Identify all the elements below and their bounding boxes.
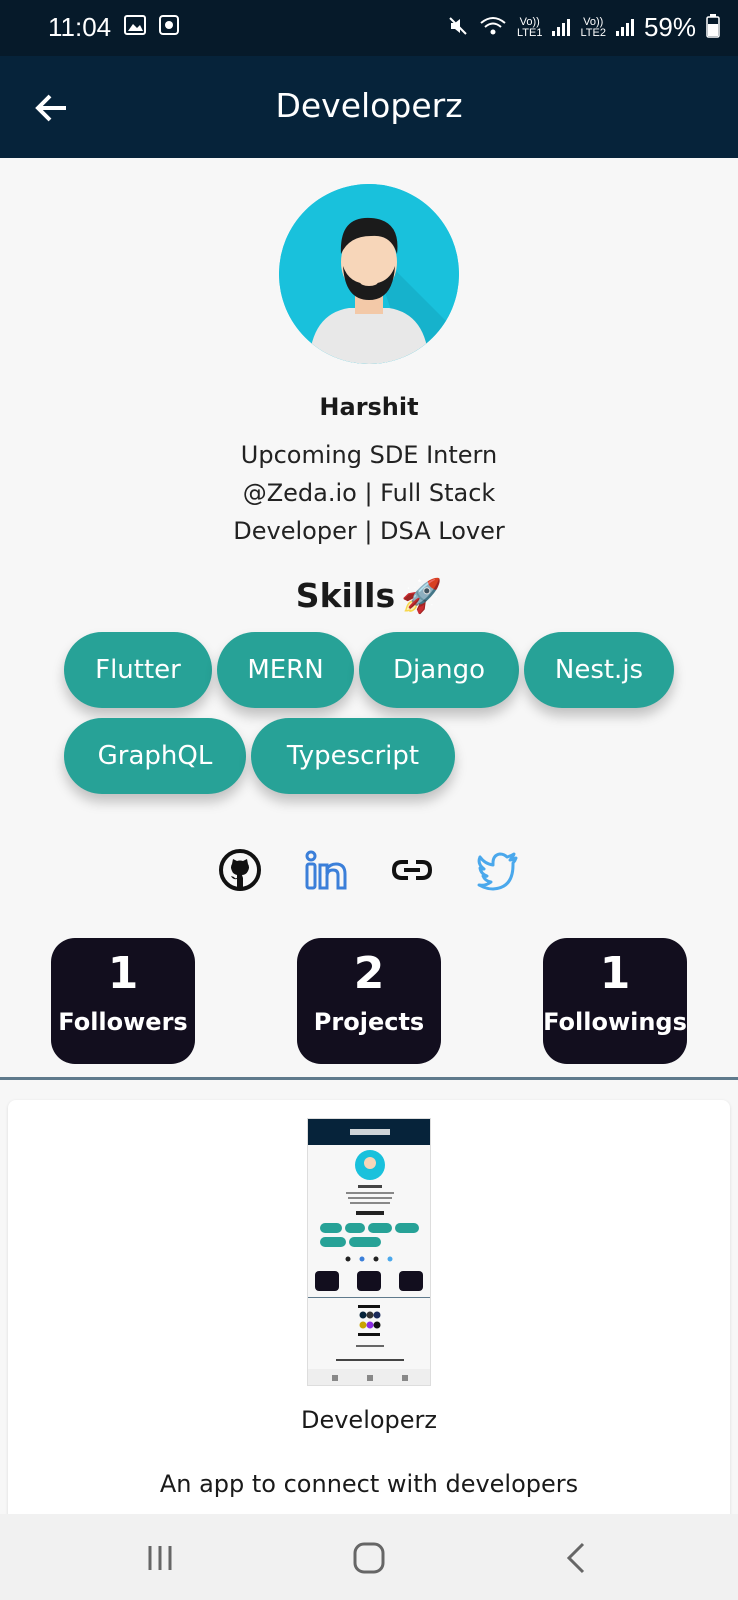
skill-chip-django[interactable]: Django	[359, 632, 519, 708]
skill-chip-typescript[interactable]: Typescript	[251, 718, 455, 794]
skill-chip-mern[interactable]: MERN	[217, 632, 354, 708]
project-title: Developerz	[300, 1406, 438, 1434]
skill-chip-flutter[interactable]: Flutter	[64, 632, 212, 708]
status-bar: 11:04 Vo)) LTE1 Vo)) LTE2 59%	[0, 0, 738, 56]
projects-stat[interactable]: 2 Projects	[297, 938, 441, 1064]
profile-name: Harshit	[319, 393, 419, 421]
avatar	[279, 184, 459, 364]
signal-icon	[615, 15, 634, 41]
mute-icon	[447, 15, 469, 41]
skills-heading: Skills 🚀	[0, 576, 738, 616]
followers-stat[interactable]: 1 Followers	[51, 938, 195, 1064]
wifi-icon	[479, 15, 507, 41]
followers-count: 1	[107, 948, 139, 999]
status-time: 11:04	[48, 12, 112, 42]
back-nav-icon[interactable]	[555, 1536, 599, 1580]
system-nav-bar	[0, 1514, 738, 1600]
bio-line: Developer | DSA Lover	[233, 517, 505, 545]
skills-title-text: Skills	[295, 576, 396, 615]
rocket-emoji: 🚀	[401, 576, 443, 615]
app-bar: Developerz	[0, 56, 738, 158]
section-divider	[0, 1077, 738, 1080]
signal-icon	[552, 15, 571, 41]
battery-percent: 59%	[643, 12, 696, 42]
projects-count: 2	[353, 948, 385, 999]
twitter-icon[interactable]	[476, 848, 520, 892]
bio-line: Upcoming SDE Intern	[240, 441, 498, 469]
project-screenshot-thumbnail[interactable]	[307, 1118, 431, 1386]
followers-label: Followers	[58, 1008, 188, 1036]
projects-label: Projects	[313, 1008, 425, 1036]
skill-chip-nestjs[interactable]: Nest.js	[524, 632, 674, 708]
image-icon	[124, 14, 146, 40]
github-icon[interactable]	[218, 848, 262, 892]
profile-bio: Upcoming SDE Intern @Zeda.io | Full Stac…	[200, 436, 538, 550]
bio-line: @Zeda.io | Full Stack	[242, 479, 496, 507]
linkedin-icon[interactable]	[304, 848, 348, 892]
battery-icon	[706, 13, 720, 42]
page-title: Developerz	[275, 86, 463, 125]
project-description: An app to connect with developers	[159, 1470, 579, 1498]
screen-record-icon	[158, 14, 180, 40]
link-icon[interactable]	[390, 848, 434, 892]
network-lte2: Vo)) LTE2	[580, 15, 606, 39]
recent-apps-icon[interactable]	[138, 1536, 182, 1580]
home-icon[interactable]	[347, 1536, 391, 1580]
network-lte1: Vo)) LTE1	[516, 15, 543, 39]
followings-count: 1	[599, 948, 631, 999]
skill-chip-graphql[interactable]: GraphQL	[64, 718, 246, 794]
followings-stat[interactable]: 1 Followings	[543, 938, 687, 1064]
followings-label: Followings	[543, 1008, 687, 1036]
